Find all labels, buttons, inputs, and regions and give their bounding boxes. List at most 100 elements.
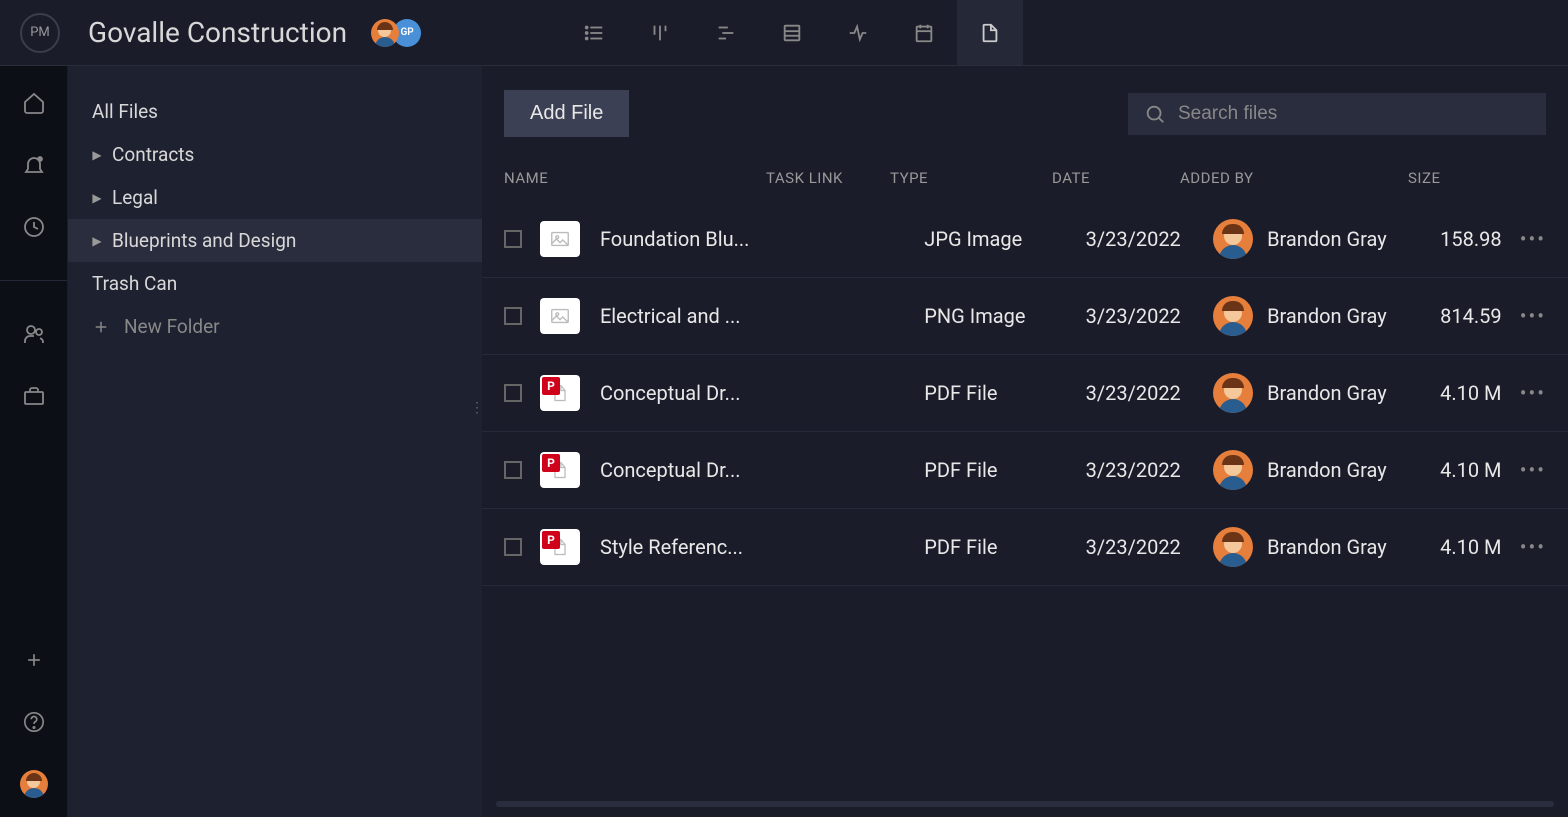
plus-icon (92, 318, 110, 336)
file-size: 158.98 (1440, 227, 1520, 251)
folder-blueprints[interactable]: ▶ Blueprints and Design (68, 219, 482, 262)
added-by-name: Brandon Gray (1267, 535, 1387, 559)
row-checkbox[interactable] (504, 307, 522, 325)
resize-handle[interactable]: ⋮ (470, 406, 484, 410)
clock-icon[interactable] (21, 214, 47, 240)
file-added-by: Brandon Gray (1213, 296, 1440, 336)
file-size: 4.10 M (1440, 535, 1520, 559)
row-checkbox[interactable] (504, 230, 522, 248)
file-name: Electrical and ... (600, 304, 782, 328)
folder-all-files[interactable]: All Files (68, 90, 482, 133)
caret-right-icon: ▶ (92, 236, 102, 246)
caret-right-icon: ▶ (92, 193, 102, 203)
folder-panel: All Files ▶ Contracts ▶ Legal ▶ Blueprin… (68, 66, 482, 817)
avatar-icon (1213, 296, 1253, 336)
search-icon (1144, 103, 1166, 125)
file-added-by: Brandon Gray (1213, 373, 1440, 413)
app-logo[interactable]: PM (20, 13, 60, 53)
file-name: Conceptual Dr... (600, 458, 782, 482)
more-actions-icon[interactable]: ••• (1520, 535, 1546, 559)
project-title: Govalle Construction (88, 16, 347, 49)
user-avatar[interactable] (21, 771, 47, 797)
table-header: NAME TASK LINK TYPE DATE ADDED BY SIZE (482, 155, 1568, 201)
people-icon[interactable] (21, 321, 47, 347)
row-checkbox[interactable] (504, 461, 522, 479)
header-type[interactable]: TYPE (890, 169, 1052, 187)
more-actions-icon[interactable]: ••• (1520, 381, 1546, 405)
file-type: PNG Image (924, 304, 1085, 328)
project-members[interactable]: GP (371, 19, 421, 47)
search-input[interactable] (1178, 103, 1530, 125)
avatar-icon (1213, 219, 1253, 259)
tab-calendar[interactable] (891, 0, 957, 65)
plus-icon[interactable] (21, 647, 47, 673)
new-folder-label: New Folder (124, 315, 220, 338)
bell-icon[interactable] (21, 152, 47, 178)
file-name: Style Referenc... (600, 535, 782, 559)
file-type: PDF File (924, 458, 1085, 482)
help-icon[interactable] (21, 709, 47, 735)
added-by-name: Brandon Gray (1267, 458, 1387, 482)
main-panel: Add File NAME TASK LINK TYPE DATE ADDED … (482, 66, 1568, 817)
file-thumb-icon (540, 221, 580, 257)
folder-label: Blueprints and Design (112, 229, 296, 252)
view-tabs (561, 0, 1023, 65)
file-added-by: Brandon Gray (1213, 219, 1440, 259)
file-thumb-icon (540, 452, 580, 488)
folder-label: Contracts (112, 143, 194, 166)
folder-trash[interactable]: Trash Can (68, 262, 482, 305)
folder-label: Legal (112, 186, 158, 209)
avatar-icon (1213, 450, 1253, 490)
avatar-icon (371, 19, 399, 47)
file-size: 814.59 (1440, 304, 1520, 328)
header-date[interactable]: DATE (1052, 169, 1180, 187)
folder-contracts[interactable]: ▶ Contracts (68, 133, 482, 176)
header-name[interactable]: NAME (504, 169, 766, 187)
tab-files[interactable] (957, 0, 1023, 65)
toolbar: Add File (482, 66, 1568, 155)
file-row[interactable]: Conceptual Dr... PDF File3/23/2022 Brandon… (482, 432, 1568, 509)
file-row[interactable]: Conceptual Dr...PDF File3/23/2022Brandon… (482, 355, 1568, 432)
briefcase-icon[interactable] (21, 383, 47, 409)
file-added-by: Brandon Gray (1213, 450, 1440, 490)
more-actions-icon[interactable]: ••• (1520, 227, 1546, 251)
file-date: 3/23/2022 (1086, 535, 1213, 559)
divider (0, 280, 67, 281)
new-folder-button[interactable]: New Folder (68, 305, 482, 348)
file-row[interactable]: Style Referenc...PDF File3/23/2022Brando… (482, 509, 1568, 586)
file-type: PDF File (924, 381, 1085, 405)
tab-list[interactable] (561, 0, 627, 65)
search-box[interactable] (1128, 93, 1546, 135)
more-actions-icon[interactable]: ••• (1520, 458, 1546, 482)
header-added-by[interactable]: ADDED BY (1180, 169, 1408, 187)
avatar-icon (1213, 527, 1253, 567)
file-date: 3/23/2022 (1086, 304, 1213, 328)
file-size: 4.10 M (1440, 458, 1520, 482)
file-list: Foundation Blu...JPG Image3/23/2022Brand… (482, 201, 1568, 586)
tab-sheet[interactable] (759, 0, 825, 65)
file-name: Foundation Blu... (600, 227, 782, 251)
tab-gantt[interactable] (693, 0, 759, 65)
file-row[interactable]: Foundation Blu...JPG Image3/23/2022Brand… (482, 201, 1568, 278)
home-icon[interactable] (21, 90, 47, 116)
file-type: JPG Image (924, 227, 1085, 251)
file-size: 4.10 M (1440, 381, 1520, 405)
file-thumb-icon (540, 298, 580, 334)
file-date: 3/23/2022 (1086, 381, 1213, 405)
file-date: 3/23/2022 (1086, 458, 1213, 482)
caret-right-icon: ▶ (92, 150, 102, 160)
more-actions-icon[interactable]: ••• (1520, 304, 1546, 328)
folder-legal[interactable]: ▶ Legal (68, 176, 482, 219)
row-checkbox[interactable] (504, 384, 522, 402)
file-added-by: Brandon Gray (1213, 527, 1440, 567)
file-row[interactable]: Electrical and ... PNG Image3/23/2022Bran… (482, 278, 1568, 355)
file-thumb-icon (540, 375, 580, 411)
row-checkbox[interactable] (504, 538, 522, 556)
header-task-link[interactable]: TASK LINK (766, 169, 890, 187)
tab-activity[interactable] (825, 0, 891, 65)
left-rail (0, 66, 68, 817)
added-by-name: Brandon Gray (1267, 381, 1387, 405)
tab-board[interactable] (627, 0, 693, 65)
header-size[interactable]: SIZE (1408, 169, 1488, 187)
add-file-button[interactable]: Add File (504, 90, 629, 137)
